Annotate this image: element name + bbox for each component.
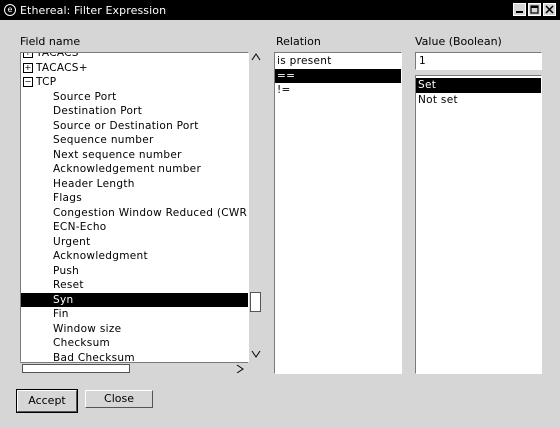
field-tree-item[interactable]: Bad Checksum — [21, 351, 248, 362]
field-tree-item-label: Next sequence number — [53, 148, 182, 161]
vertical-scroll-thumb[interactable] — [250, 292, 261, 312]
field-tree-item-label: Congestion Window Reduced (CWR) — [53, 206, 249, 219]
value-list[interactable]: Set Not set — [415, 75, 542, 374]
relation-item[interactable]: != — [275, 83, 401, 98]
field-tree-horizontal-scrollbar[interactable] — [20, 362, 248, 374]
field-tree-item-label: Sequence number — [53, 134, 154, 146]
field-tree-item[interactable]: Sequence number — [21, 133, 248, 148]
window-controls — [513, 3, 556, 16]
field-tree-item[interactable]: Syn — [21, 292, 248, 307]
value-label: Value (Boolean) — [415, 35, 502, 48]
field-tree-item-label: Source Port — [53, 90, 117, 103]
field-tree-item-label: Urgent — [53, 235, 91, 248]
value-item-label: Set — [418, 79, 437, 91]
maximize-button[interactable] — [528, 3, 541, 16]
value-item[interactable]: Set — [416, 78, 541, 93]
relation-item-label: is present — [277, 55, 332, 67]
field-tree-item-label: TCP — [36, 76, 57, 88]
field-tree-item-label: Window size — [53, 322, 122, 335]
field-tree-item[interactable]: Acknowledgment — [21, 249, 248, 264]
ethereal-app-icon: e — [4, 4, 16, 16]
relation-item[interactable]: == — [275, 68, 401, 83]
field-tree-item-label: Acknowledgment — [53, 250, 148, 262]
field-tree-item[interactable]: Congestion Window Reduced (CWR) — [21, 206, 248, 221]
field-tree-item[interactable]: ECN-Echo — [21, 220, 248, 235]
relation-item-label: != — [277, 84, 291, 96]
collapse-icon[interactable]: − — [23, 77, 33, 87]
field-tree-item[interactable]: Checksum — [21, 336, 248, 351]
close-button[interactable]: Close — [85, 390, 153, 408]
expand-icon[interactable]: + — [23, 62, 33, 73]
field-tree-item[interactable]: Fin — [21, 307, 248, 322]
field-tree-item[interactable]: Source Port — [21, 90, 248, 105]
window-title: Ethereal: Filter Expression — [20, 3, 167, 17]
relation-label: Relation — [276, 35, 321, 48]
field-tree-item-label: TACACS — [36, 52, 79, 59]
field-tree-item[interactable]: Next sequence number — [21, 148, 248, 163]
field-tree-item-label: Destination Port — [53, 105, 143, 117]
field-tree-item-label: Checksum — [53, 337, 111, 349]
field-tree-item[interactable]: Header Length — [21, 177, 248, 192]
title-bar: e Ethereal: Filter Expression — [0, 0, 560, 20]
field-tree-item-label: TACACS+ — [36, 61, 88, 74]
field-name-label: Field name — [20, 35, 81, 48]
field-tree-item[interactable]: + TACACS — [21, 52, 248, 61]
relation-list[interactable]: is present == != — [274, 52, 402, 374]
close-window-button[interactable] — [543, 3, 556, 16]
field-tree-item[interactable]: − TCP — [21, 75, 248, 90]
value-input[interactable]: 1 — [415, 52, 542, 70]
accept-button[interactable]: Accept — [16, 389, 78, 413]
scroll-up-arrow-icon[interactable] — [251, 53, 261, 64]
field-tree-item[interactable]: + TACACS+ — [21, 61, 248, 76]
field-tree-item-label: Syn — [53, 293, 74, 306]
scroll-right-arrow-icon[interactable] — [235, 364, 245, 376]
field-tree-item-label: ECN-Echo — [53, 221, 107, 233]
maximize-icon — [530, 5, 539, 14]
field-tree-item-label: Push — [53, 264, 80, 277]
relation-item-label: == — [277, 69, 296, 82]
close-icon — [545, 5, 554, 14]
horizontal-scroll-thumb[interactable] — [22, 364, 130, 373]
value-item-label: Not set — [418, 93, 458, 106]
field-tree-item[interactable]: Destination Port — [21, 104, 248, 119]
field-name-tree[interactable]: + TACACS + TACACS+ − TCP Source Port Destinatio… — [20, 52, 249, 362]
field-tree-item[interactable]: Urgent — [21, 235, 248, 250]
minimize-button[interactable] — [513, 3, 526, 16]
field-tree-item[interactable]: Acknowledgement number — [21, 162, 248, 177]
field-tree-item-label: Acknowledgement number — [53, 163, 202, 175]
field-tree-vertical-scrollbar[interactable] — [249, 52, 263, 364]
field-tree-item[interactable]: Reset — [21, 278, 248, 293]
expand-icon[interactable]: + — [23, 53, 33, 58]
field-tree-item[interactable]: Window size — [21, 322, 248, 337]
scroll-down-arrow-icon[interactable] — [251, 350, 261, 361]
field-tree-item[interactable]: Push — [21, 264, 248, 279]
field-tree-item-label: Reset — [53, 279, 84, 291]
field-tree-item-label: Fin — [53, 308, 69, 320]
relation-item[interactable]: is present — [275, 54, 401, 69]
field-tree-item-label: Source or Destination Port — [53, 119, 199, 132]
minimize-icon — [516, 11, 523, 13]
field-tree-item-label: Header Length — [53, 177, 135, 190]
field-tree-item-label: Flags — [53, 192, 83, 204]
field-tree-item-label: Bad Checksum — [53, 351, 135, 362]
value-item[interactable]: Not set — [416, 93, 541, 108]
field-tree-item[interactable]: Flags — [21, 191, 248, 206]
field-tree-item[interactable]: Source or Destination Port — [21, 119, 248, 134]
